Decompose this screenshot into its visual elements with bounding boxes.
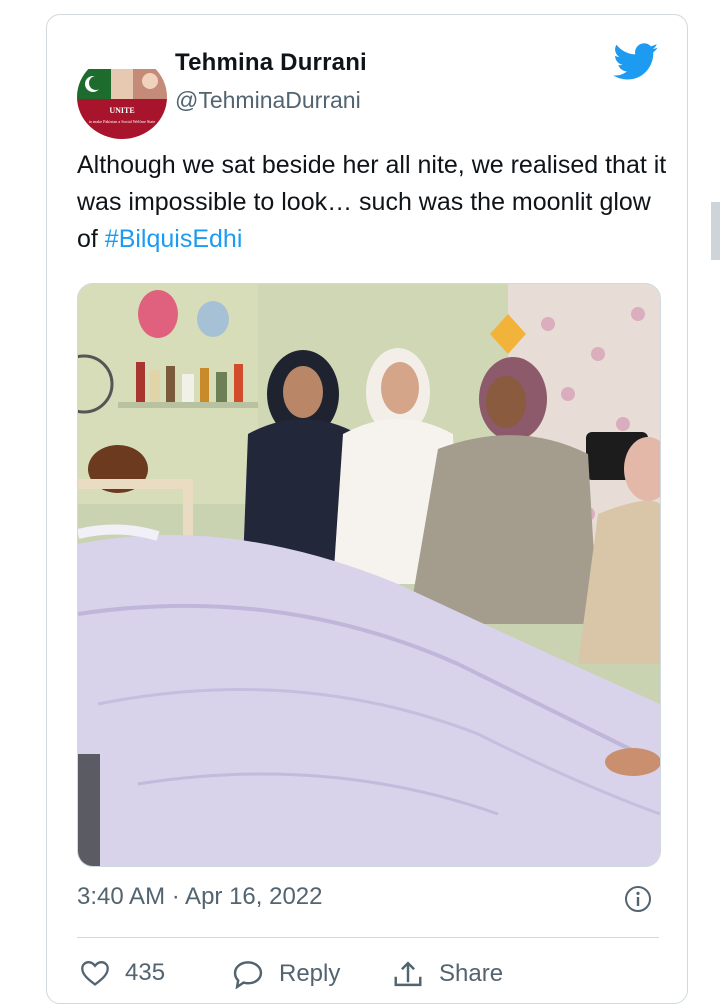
author-name[interactable]: Tehmina Durrani: [175, 49, 367, 77]
reply-label: Reply: [279, 960, 341, 987]
tweet-timestamp[interactable]: 3:40 AM · Apr 16, 2022: [77, 883, 323, 911]
avatar-caption: to make Pakistan a Social Welfare State: [89, 119, 156, 124]
info-icon[interactable]: [624, 885, 652, 913]
photo-image: [78, 284, 660, 866]
author-handle[interactable]: @TehminaDurrani: [175, 87, 361, 114]
tweet-text: Although we sat beside her all nite, we …: [77, 147, 667, 258]
scroll-indicator: [711, 202, 720, 260]
like-button[interactable]: 435: [79, 959, 165, 987]
reply-icon: [233, 961, 263, 989]
heart-icon: [81, 961, 109, 986]
avatar-image: UNITE to make Pakistan a Social Welfare …: [77, 55, 167, 139]
share-button[interactable]: Share: [391, 959, 503, 989]
like-count: 435: [125, 959, 166, 986]
tweet-card: UNITE to make Pakistan a Social Welfare …: [46, 14, 688, 1004]
avatar[interactable]: UNITE to make Pakistan a Social Welfare …: [77, 55, 167, 139]
divider: [77, 937, 659, 938]
tweet-photo[interactable]: [77, 283, 661, 867]
hashtag-link[interactable]: #BilquisEdhi: [105, 225, 243, 253]
twitter-bird-icon[interactable]: [613, 43, 659, 81]
share-label: Share: [439, 960, 504, 987]
reply-button[interactable]: Reply: [231, 959, 340, 989]
share-icon: [394, 961, 422, 987]
avatar-banner-text: UNITE: [109, 106, 134, 115]
